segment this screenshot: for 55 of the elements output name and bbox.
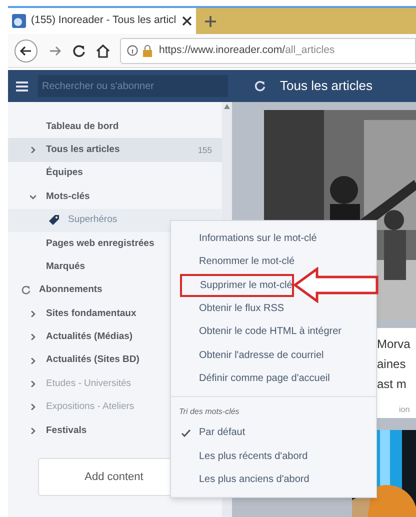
app-icon [12,14,26,28]
item-label: Superhéros [68,213,118,228]
search-field[interactable]: Rechercher ou s'abonner [38,75,228,97]
article-meta: ion [399,404,411,416]
article-title-line: Morva [377,336,412,353]
chevron-right-icon[interactable] [30,404,36,410]
menu-item[interactable]: Obtenir l'adresse de courriel [171,343,376,367]
tab-title: (155) Inoreader - Tous les articl [31,13,176,28]
chevron-down-icon[interactable] [30,194,36,200]
chevron-right-icon[interactable] [30,380,36,387]
url-text: https://www.inoreader.com/all_articles [159,42,335,58]
item-label: Sites fondamentaux [46,306,136,321]
close-icon[interactable] [182,16,192,26]
info-icon [127,45,138,56]
sidebar-item[interactable]: Tableau de bord [8,115,222,138]
chevron-right-icon[interactable] [30,428,36,434]
sidebar-item[interactable]: Équipes [8,162,222,186]
tag-icon [48,214,60,226]
article-title-line: aines [377,356,407,373]
sidebar-item[interactable]: Mots-clés [8,185,222,209]
chevron-right-icon[interactable] [30,358,36,364]
sort-option[interactable]: Par défaut [171,421,376,444]
home-icon[interactable] [96,44,110,58]
menu-item[interactable]: Renommer le mot-clé [171,250,376,274]
back-icon[interactable] [14,38,38,62]
menu-item[interactable]: Obtenir le code HTML à intégrer [171,320,376,344]
menu-item[interactable]: Supprimer le mot-clé [180,274,294,297]
article-title-line: ast m [377,376,408,393]
chevron-right-icon[interactable] [30,147,36,154]
reload-icon[interactable] [72,44,86,58]
new-tab-icon[interactable] [204,14,217,28]
item-label: Tableau de bord [46,120,119,134]
menu-icon[interactable] [16,80,28,92]
menu-item[interactable]: Définir comme page d'accueil [171,366,376,390]
chevron-right-icon[interactable] [30,310,36,317]
menu-section-label: Tri des mots-clés [178,406,240,418]
scroll-up-icon[interactable] [224,104,230,109]
page-title: Tous les articles [280,77,372,96]
lock-icon [142,44,153,56]
item-label: Abonnements [39,283,102,298]
item-label: Etudes - Universités [46,376,132,391]
item-label: Festivals [46,424,87,438]
refresh-icon[interactable] [21,285,31,296]
forward-icon[interactable] [48,44,62,58]
sidebar-item[interactable]: Tous les articles 155 [8,138,222,162]
item-label: Expositions - Ateliers [46,400,134,414]
item-label: Actualités (Médias) [46,330,133,344]
item-label: Actualités (Sites BD) [46,353,140,368]
address-bar[interactable]: https://www.inoreader.com/all_articles [120,38,416,64]
menu-item[interactable]: Obtenir le flux RSS [171,296,376,320]
item-label: Tous les articles [46,142,120,157]
unread-count: 155 [198,144,212,156]
chevron-right-icon[interactable] [30,334,36,340]
item-label: Équipes [46,166,83,180]
item-label: Mots-clés [46,190,90,204]
